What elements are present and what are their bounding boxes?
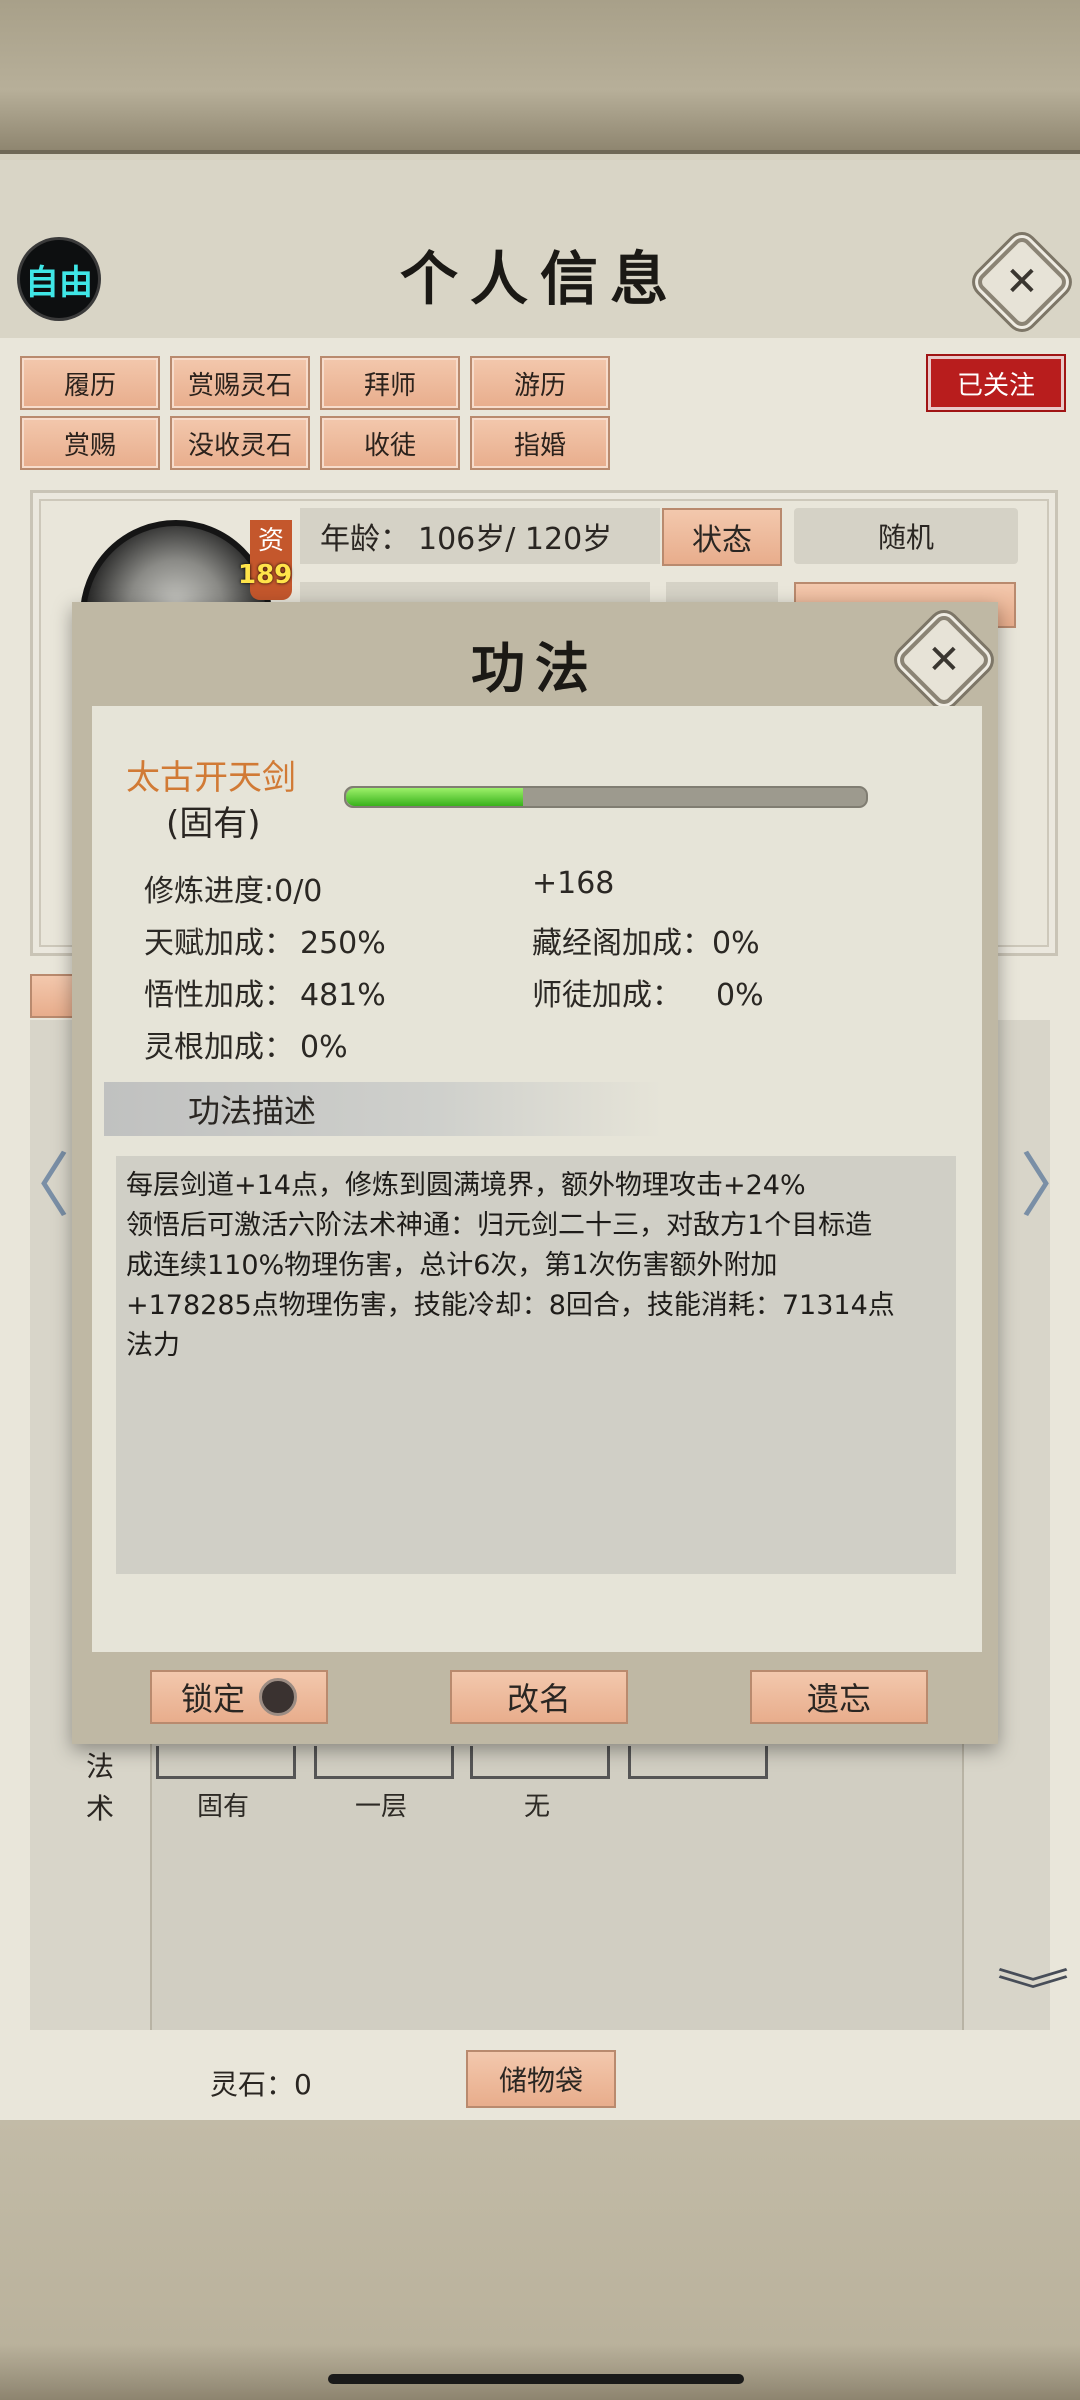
chevron-left-icon[interactable]: 〈 xyxy=(0,1130,70,1231)
tab-apprentice[interactable]: 拜师 xyxy=(320,356,460,410)
description-line: 成连续110%物理伤害，总计6次，第1次伤害额外附加 xyxy=(126,1250,778,1281)
followed-badge[interactable]: 已关注 xyxy=(928,356,1064,410)
tab-confiscate-stones[interactable]: 没收灵石 xyxy=(170,416,310,470)
spell-slot-label: 无 xyxy=(523,1792,550,1822)
stat-label: 师徒加成： xyxy=(532,978,682,1013)
state-button[interactable]: 状态 xyxy=(662,508,782,566)
spell-slot[interactable] xyxy=(628,1746,768,1779)
technique-name: 太古开天剑 xyxy=(126,758,296,798)
lock-toggle-icon xyxy=(259,1678,297,1716)
stat-value: 0% xyxy=(300,1030,348,1065)
description-line: 每层剑道+14点，修炼到圆满境界，额外物理攻击+24% xyxy=(126,1170,806,1201)
description-box: 每层剑道+14点，修炼到圆满境界，额外物理攻击+24% 领悟后可激活六阶法术神通… xyxy=(116,1156,956,1574)
stat-library-bonus: 藏经阁加成：0% xyxy=(532,918,760,962)
stat-label: 藏经阁加成： xyxy=(532,926,712,961)
age-label: 年龄： xyxy=(320,522,410,557)
stat-mentor-bonus: 师徒加成： 0% xyxy=(532,970,764,1014)
home-indicator[interactable] xyxy=(328,2374,744,2384)
spell-slot-label: 一层 xyxy=(354,1792,407,1822)
description-line: 法力 xyxy=(126,1330,180,1361)
stat-value: 481% xyxy=(300,978,386,1013)
tab-take-disciple[interactable]: 收徒 xyxy=(320,416,460,470)
tab-arrange-marriage[interactable]: 指婚 xyxy=(470,416,610,470)
random-field[interactable]: 随机 xyxy=(794,508,1018,564)
stat-comprehension-bonus: 悟性加成： 481% xyxy=(144,970,386,1014)
age-field: 年龄： 106岁/ 120岁 xyxy=(300,508,660,564)
forget-button[interactable]: 遗忘 xyxy=(750,1670,928,1724)
progress-fill xyxy=(346,788,523,806)
spells-section-label: 法 术 xyxy=(86,1750,115,1825)
scroll-top-frame xyxy=(0,0,1080,164)
stat-value: 0% xyxy=(712,926,760,961)
aptitude-value: 189 xyxy=(238,560,293,590)
modal-title: 功法 xyxy=(471,636,599,700)
spell-slot[interactable] xyxy=(314,1746,454,1779)
scroll-bottom-frame xyxy=(0,2120,1080,2400)
description-header: 功法描述 xyxy=(104,1082,664,1136)
lock-label: 锁定 xyxy=(180,1680,245,1718)
close-icon: ✕ xyxy=(927,636,961,683)
close-icon: ✕ xyxy=(1005,258,1039,305)
stat-level-bonus: +168 xyxy=(532,866,614,901)
stat-label: 悟性加成： xyxy=(144,978,294,1013)
stat-label: 天赋加成： xyxy=(144,926,294,961)
stat-spirit-root-bonus: 灵根加成： 0% xyxy=(144,1022,348,1066)
spirit-stone-display: 灵石：0 xyxy=(210,2063,312,2103)
storage-bag-button[interactable]: 储物袋 xyxy=(466,2050,616,2108)
tab-reward-stones[interactable]: 赏赐灵石 xyxy=(170,356,310,410)
stat-value: 250% xyxy=(300,926,386,961)
chevron-right-icon[interactable]: 〉 xyxy=(1020,1130,1080,1231)
chevron-down-icon[interactable]: ︾ xyxy=(996,1955,1070,2021)
rename-button[interactable]: 改名 xyxy=(450,1670,628,1724)
description-line: +178285点物理伤害，技能冷却：8回合，技能消耗：71314点 xyxy=(126,1290,895,1321)
stat-value: +168 xyxy=(532,866,615,901)
spell-slot[interactable] xyxy=(156,1746,296,1779)
lock-button[interactable]: 锁定 xyxy=(150,1670,328,1724)
stat-value: 0% xyxy=(716,978,764,1013)
tab-resume[interactable]: 履历 xyxy=(20,356,160,410)
tab-reward[interactable]: 赏赐 xyxy=(20,416,160,470)
description-line: 领悟后可激活六阶法术神通：归元剑二十三，对敌方1个目标造 xyxy=(126,1210,873,1241)
stat-value: 0/0 xyxy=(274,874,323,909)
stat-progress: 修炼进度:0/0 xyxy=(144,866,322,910)
spell-slot-label: 固有 xyxy=(196,1792,249,1822)
stat-talent-bonus: 天赋加成： 250% xyxy=(144,918,386,962)
technique-progress-bar xyxy=(344,786,868,808)
spell-slot[interactable] xyxy=(470,1746,610,1779)
spirit-stone-value: 0 xyxy=(294,2068,312,2101)
tab-travel[interactable]: 游历 xyxy=(470,356,610,410)
stat-label: 修炼进度: xyxy=(144,874,275,909)
stat-label: 灵根加成： xyxy=(144,1030,294,1065)
spirit-stone-label: 灵石： xyxy=(210,2068,295,2101)
page-title: 个人信息 xyxy=(399,245,680,313)
technique-tag: (固有) xyxy=(166,804,261,844)
age-value: 106岁/ 120岁 xyxy=(418,522,613,557)
